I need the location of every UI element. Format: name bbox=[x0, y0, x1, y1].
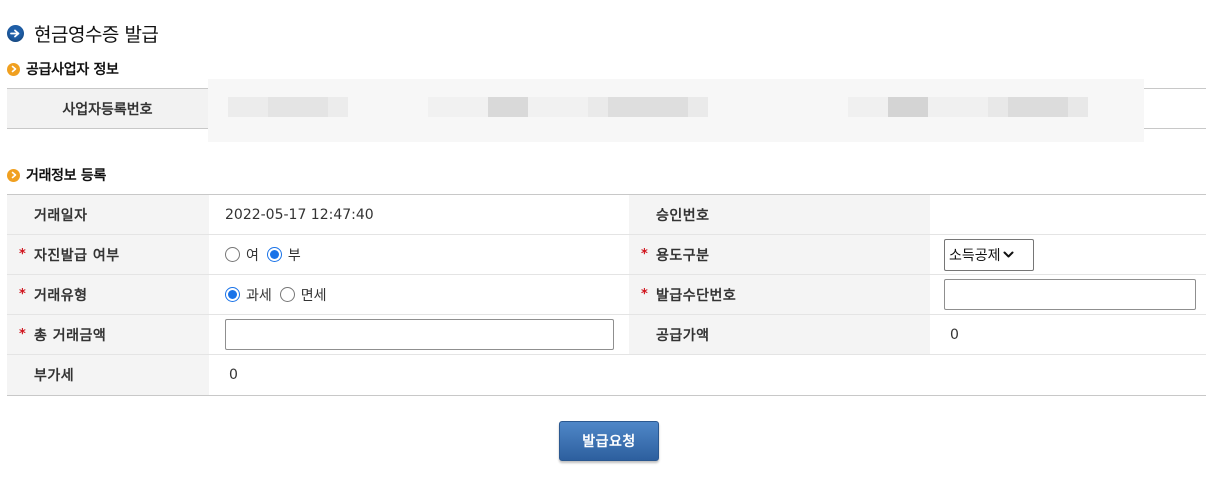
self-issue-yes-radio[interactable] bbox=[225, 247, 240, 262]
approval-number-value bbox=[930, 195, 1206, 234]
self-issue-options: 여 부 bbox=[209, 235, 629, 274]
chevron-right-icon bbox=[7, 62, 20, 76]
table-row: 부가세 0 bbox=[7, 355, 1206, 395]
supplier-section-label: 공급사업자 정보 bbox=[26, 62, 119, 78]
trade-section-title: 거래정보 등록 bbox=[7, 166, 106, 184]
chevron-down-icon bbox=[1003, 248, 1014, 262]
required-mark: * bbox=[19, 247, 27, 262]
required-mark: * bbox=[641, 247, 649, 262]
trade-type-taxable-radio[interactable] bbox=[225, 287, 240, 302]
page-title-text: 현금영수증 발급 bbox=[34, 23, 159, 46]
supplier-section-title: 공급사업자 정보 bbox=[7, 60, 119, 78]
trade-type-options: 과세 면세 bbox=[209, 275, 629, 314]
page-title: 현금영수증 발급 bbox=[7, 20, 159, 46]
arrow-right-icon bbox=[7, 24, 24, 42]
trade-type-exempt-radio[interactable] bbox=[279, 287, 295, 302]
self-issue-label: * 자진발급 여부 bbox=[7, 235, 209, 274]
trade-type-taxable-label[interactable]: 과세 bbox=[246, 285, 272, 305]
trade-type-label: * 거래유형 bbox=[7, 275, 209, 314]
self-issue-no-label[interactable]: 부 bbox=[288, 245, 301, 265]
reg-number-redacted bbox=[208, 79, 1206, 142]
trade-date-value: 2022-05-17 12:47:40 bbox=[225, 206, 374, 223]
self-issue-no-radio[interactable] bbox=[266, 247, 282, 262]
self-issue-yes-label[interactable]: 여 bbox=[246, 245, 259, 265]
required-mark: * bbox=[19, 287, 27, 302]
chevron-right-icon bbox=[7, 168, 20, 182]
reg-number-label: 사업자등록번호 bbox=[7, 89, 208, 128]
usage-type-label: * 용도구분 bbox=[629, 235, 930, 274]
trade-type-exempt-label[interactable]: 면세 bbox=[301, 285, 327, 305]
table-row: 거래일자 2022-05-17 12:47:40 승인번호 bbox=[7, 195, 1206, 235]
trade-info-table: 거래일자 2022-05-17 12:47:40 승인번호 * 자진발급 여부 여… bbox=[7, 194, 1206, 396]
table-row: * 자진발급 여부 여 부 * 용도구분 소득공제 bbox=[7, 235, 1206, 275]
vat-value: 0 bbox=[229, 367, 238, 383]
required-mark: * bbox=[19, 327, 27, 342]
table-row: * 거래유형 과세 면세 * 발급수단번호 bbox=[7, 275, 1206, 315]
issue-means-label: * 발급수단번호 bbox=[629, 275, 930, 314]
required-mark: * bbox=[641, 287, 649, 302]
supply-amount-label: 공급가액 bbox=[629, 315, 930, 354]
issue-request-button[interactable]: 발급요청 bbox=[559, 421, 659, 461]
trade-date-label: 거래일자 bbox=[7, 195, 209, 234]
approval-number-label: 승인번호 bbox=[629, 195, 930, 234]
table-row: * 총 거래금액 공급가액 0 bbox=[7, 315, 1206, 355]
redacted-area bbox=[208, 79, 1144, 142]
trade-section-label: 거래정보 등록 bbox=[26, 168, 107, 184]
supply-amount-value: 0 bbox=[950, 326, 959, 343]
total-amount-label: * 총 거래금액 bbox=[7, 315, 209, 354]
usage-type-select[interactable]: 소득공제 bbox=[944, 238, 1034, 271]
total-amount-input[interactable] bbox=[225, 319, 614, 350]
supplier-info-table: 사업자등록번호 bbox=[7, 79, 1206, 142]
issue-means-number-input[interactable] bbox=[944, 279, 1196, 310]
vat-label: 부가세 bbox=[7, 355, 209, 395]
